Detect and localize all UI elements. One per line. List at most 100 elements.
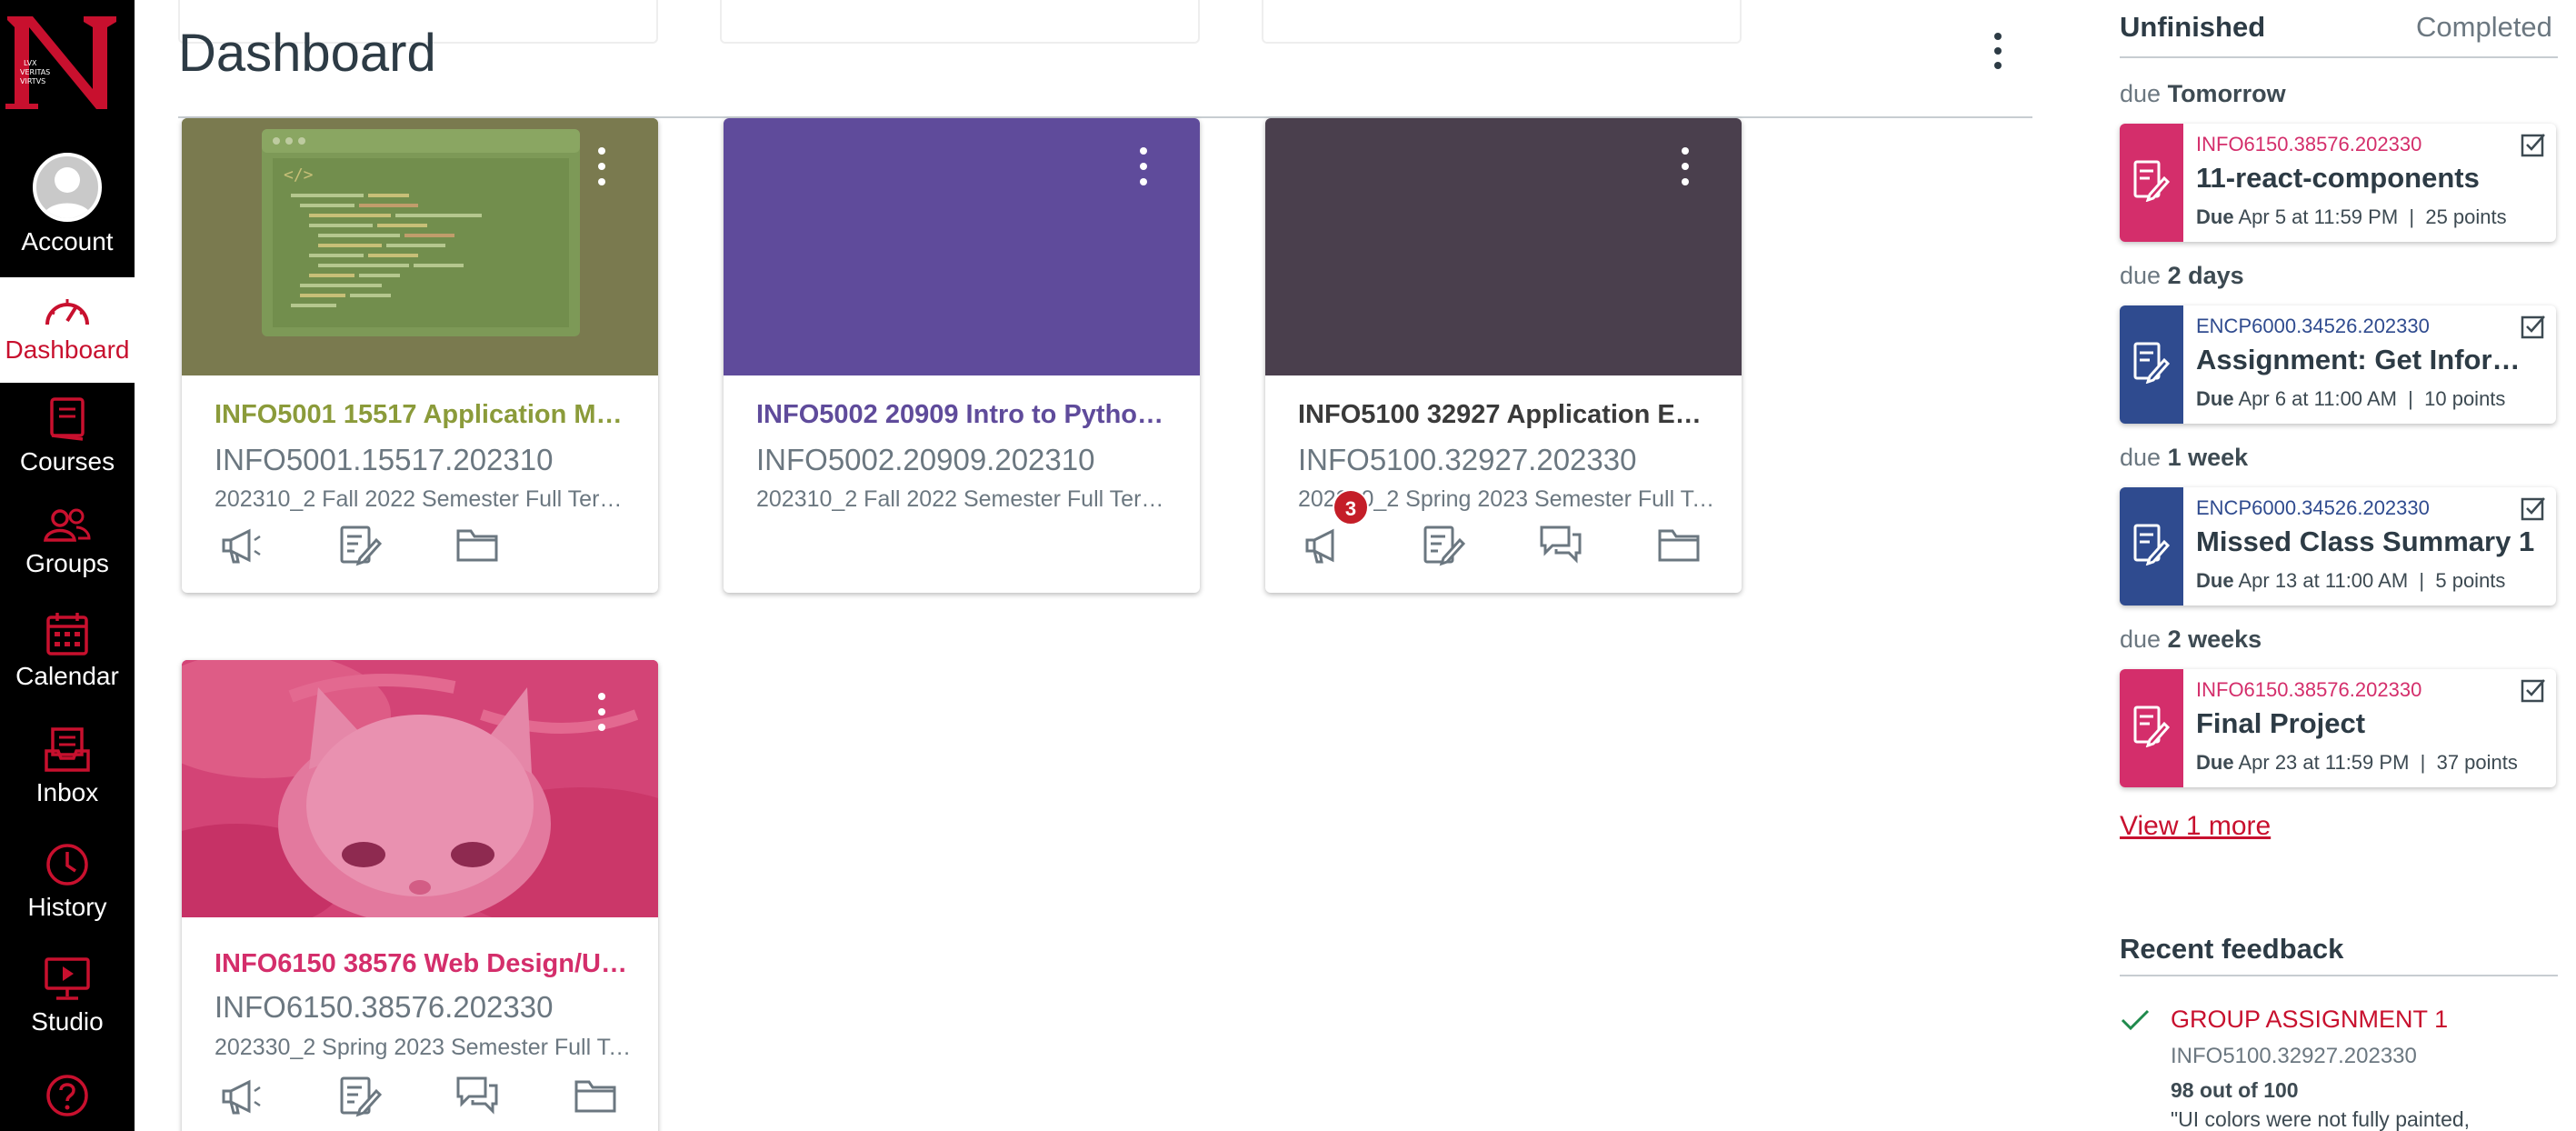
university-logo[interactable]: LVX VERITAS VIRTVS <box>0 0 135 118</box>
files-folder-icon[interactable] <box>454 522 500 567</box>
dismiss-check-icon[interactable] <box>2520 313 2547 340</box>
todo-color-bar <box>2120 669 2183 787</box>
feedback-assignment-link[interactable]: GROUP ASSIGNMENT 1 <box>2171 1006 2448 1034</box>
help-icon <box>46 1075 88 1116</box>
todo-due-info: Due Apr 5 at 11:59 PM | 25 points <box>2196 205 2507 228</box>
todo-due-info: Due Apr 13 at 11:00 AM | 5 points <box>2196 569 2506 592</box>
card-options-button[interactable] <box>594 693 609 731</box>
todo-due-info: Due Apr 6 at 11:00 AM | 10 points <box>2196 387 2506 410</box>
logo-motto-3: VIRTVS <box>20 77 45 85</box>
course-card-title[interactable]: INFO5001 15517 Application Mo... <box>215 400 633 430</box>
files-folder-icon[interactable] <box>573 1073 618 1118</box>
nav-item-dashboard[interactable]: Dashboard <box>0 277 135 383</box>
avatar-icon <box>33 153 102 222</box>
course-card-info5001[interactable]: </> INFO5001 15517 Application Mo... INF… <box>182 118 658 593</box>
nav-label-courses: Courses <box>19 447 115 475</box>
assignments-icon[interactable] <box>336 522 382 567</box>
course-card-info5002[interactable]: INFO5002 20909 Intro to Python ... INFO5… <box>724 118 1200 593</box>
todo-item[interactable]: ENCP6000.34526.202330 Assignment: Get In… <box>2120 305 2556 424</box>
card-options-button[interactable] <box>1678 147 1692 185</box>
todo-color-bar <box>2120 124 2183 242</box>
dashboard-options-button[interactable] <box>1987 33 2009 69</box>
nav-label-studio: Studio <box>31 1007 104 1036</box>
todo-assignment-name[interactable]: Assignment: Get Informed ... <box>2196 344 2541 376</box>
nav-item-courses[interactable]: Courses <box>0 396 135 476</box>
studio-icon <box>45 957 90 1000</box>
course-card-hero[interactable] <box>1265 118 1742 375</box>
discussions-icon[interactable] <box>1538 522 1583 567</box>
assignments-icon[interactable] <box>1420 522 1465 567</box>
course-card-title[interactable]: INFO6150 38576 Web Design/Us... <box>215 949 633 979</box>
todo-item[interactable]: INFO6150.38576.202330 Final Project Due … <box>2120 669 2556 787</box>
todo-due-info: Due Apr 23 at 11:59 PM | 37 points <box>2196 751 2518 774</box>
todo-course-code[interactable]: ENCP6000.34526.202330 <box>2196 315 2430 338</box>
clock-icon <box>46 844 88 886</box>
nav-label-dashboard: Dashboard <box>5 335 130 364</box>
view-more-link[interactable]: View 1 more <box>2120 811 2271 842</box>
nav-item-account[interactable]: Account <box>0 153 135 256</box>
course-card-hero[interactable] <box>724 118 1200 375</box>
dismiss-check-icon[interactable] <box>2520 495 2547 522</box>
nav-item-studio[interactable]: Studio <box>0 956 135 1036</box>
unread-announcements-badge: 3 <box>1333 489 1369 525</box>
course-card-hero[interactable] <box>182 660 658 917</box>
nav-label-calendar: Calendar <box>15 662 119 690</box>
nav-label-inbox: Inbox <box>35 778 99 806</box>
course-card-term: 202310_2 Fall 2022 Semester Full Term ..… <box>756 486 1174 512</box>
nav-item-history[interactable]: History <box>0 842 135 922</box>
tab-completed[interactable]: Completed <box>2416 9 2552 45</box>
ghost-card-top-3 <box>1262 0 1742 44</box>
todo-course-code[interactable]: INFO6150.38576.202330 <box>2196 133 2421 156</box>
todo-assignment-name[interactable]: Final Project <box>2196 707 2541 740</box>
assignment-icon <box>2133 524 2170 566</box>
todo-item[interactable]: INFO6150.38576.202330 11-react-component… <box>2120 124 2556 242</box>
course-card-title[interactable]: INFO5100 32927 Application Engi... <box>1298 400 1716 430</box>
todo-course-code[interactable]: INFO6150.38576.202330 <box>2196 678 2421 702</box>
announcements-icon[interactable] <box>218 522 264 567</box>
recent-feedback-heading: Recent feedback <box>2120 933 2344 965</box>
todo-tabs-divider <box>2120 56 2558 58</box>
todo-color-bar <box>2120 487 2183 606</box>
logo-motto-1: LVX <box>24 59 37 67</box>
course-card-info5100[interactable]: INFO5100 32927 Application Engi... INFO5… <box>1265 118 1742 593</box>
nav-label-account: Account <box>21 227 114 255</box>
todo-item[interactable]: ENCP6000.34526.202330 Missed Class Summa… <box>2120 487 2556 606</box>
announcements-icon[interactable] <box>1302 522 1347 567</box>
due-group-label: due 2 days <box>2120 262 2244 289</box>
kitten-photo-image <box>182 660 658 917</box>
assignment-icon <box>2133 160 2170 202</box>
course-card-info6150[interactable]: INFO6150 38576 Web Design/Us... INFO6150… <box>182 660 658 1131</box>
announcements-icon[interactable] <box>218 1073 264 1118</box>
files-folder-icon[interactable] <box>1656 522 1702 567</box>
feedback-score: 98 out of 100 <box>2171 1078 2299 1102</box>
card-options-button[interactable] <box>594 147 609 185</box>
nav-label-groups: Groups <box>25 549 109 577</box>
course-card-hero[interactable]: </> <box>182 118 658 375</box>
course-card-code: INFO5100.32927.202330 <box>1298 443 1637 476</box>
due-group-label: due Tomorrow <box>2120 80 2286 108</box>
nav-item-help[interactable] <box>0 1073 135 1118</box>
due-group-label: due 2 weeks <box>2120 626 2262 653</box>
dismiss-check-icon[interactable] <box>2520 131 2547 158</box>
course-card-title[interactable]: INFO5002 20909 Intro to Python ... <box>756 400 1174 430</box>
todo-assignment-name[interactable]: 11-react-components <box>2196 162 2541 195</box>
dismiss-check-icon[interactable] <box>2520 676 2547 704</box>
due-when: Tomorrow <box>2167 80 2286 107</box>
course-card-code: INFO5001.15517.202310 <box>215 443 554 476</box>
due-prefix: due <box>2120 80 2162 107</box>
nav-item-inbox[interactable]: Inbox <box>0 727 135 807</box>
app-root: LVX VERITAS VIRTVS Account Dashboard Cou… <box>0 0 2576 1131</box>
page-title: Dashboard <box>178 24 436 83</box>
card-options-button[interactable] <box>1136 147 1151 185</box>
todo-course-code[interactable]: ENCP6000.34526.202330 <box>2196 496 2430 520</box>
todo-assignment-name[interactable]: Missed Class Summary 1 <box>2196 525 2541 558</box>
assignment-icon <box>2133 342 2170 384</box>
assignments-icon[interactable] <box>336 1073 382 1118</box>
book-icon <box>50 397 85 441</box>
nav-item-groups[interactable]: Groups <box>0 507 135 578</box>
discussions-icon[interactable] <box>454 1073 500 1118</box>
nav-item-calendar[interactable]: Calendar <box>0 611 135 691</box>
tab-unfinished[interactable]: Unfinished <box>2120 9 2265 45</box>
inbox-icon <box>45 727 90 772</box>
people-icon <box>43 508 91 542</box>
